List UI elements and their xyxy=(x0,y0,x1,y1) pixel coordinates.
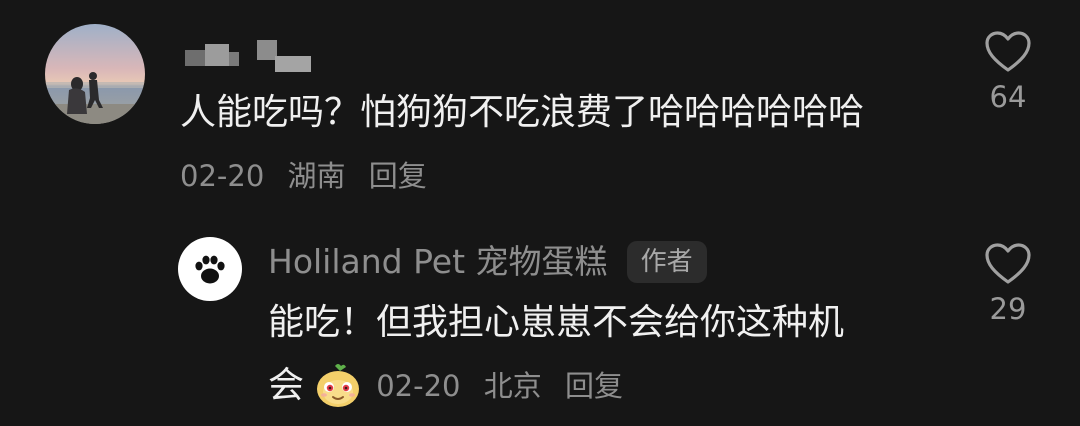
reply-date: 02-20 xyxy=(376,369,461,403)
heart-icon[interactable] xyxy=(984,242,1032,286)
heart-icon[interactable] xyxy=(984,30,1032,74)
reply-reply-button[interactable]: 回复 xyxy=(565,369,623,403)
reply-text-line1: 能吃！但我担心崽崽不会给你这种机 xyxy=(268,302,845,343)
comment-text: 人能吃吗？怕狗狗不吃浪费了哈哈哈哈哈哈 xyxy=(180,92,865,133)
comment-meta: 02-20 湖南 回复 xyxy=(180,156,441,196)
reply-button[interactable]: 回复 xyxy=(369,159,427,193)
bear-emoji-icon xyxy=(313,362,363,410)
username-redacted[interactable] xyxy=(185,40,320,74)
reply-line2: 会 02-20 北京 回复 xyxy=(268,362,637,410)
reply-like[interactable]: 29 xyxy=(968,242,1048,326)
reply-text-line2: 会 xyxy=(268,365,305,406)
paw-icon xyxy=(195,255,225,284)
author-avatar[interactable] xyxy=(178,237,242,301)
author-badge: 作者 xyxy=(626,241,707,283)
comment-location: 湖南 xyxy=(287,159,346,193)
reply-location: 北京 xyxy=(483,369,542,403)
user-avatar[interactable] xyxy=(45,24,145,124)
comment-date: 02-20 xyxy=(180,159,265,193)
reply-meta: 02-20 北京 回复 xyxy=(376,369,637,403)
like-count: 29 xyxy=(989,292,1027,326)
comment-like[interactable]: 64 xyxy=(968,30,1048,114)
like-count: 64 xyxy=(989,80,1027,114)
comment-section: 人能吃吗？怕狗狗不吃浪费了哈哈哈哈哈哈 02-20 湖南 回复 64 Holil… xyxy=(0,0,1080,426)
author-name[interactable]: Holiland Pet 宠物蛋糕 xyxy=(268,242,608,281)
beach-photo-avatar xyxy=(45,24,145,124)
reply-header: Holiland Pet 宠物蛋糕 作者 xyxy=(268,240,707,284)
